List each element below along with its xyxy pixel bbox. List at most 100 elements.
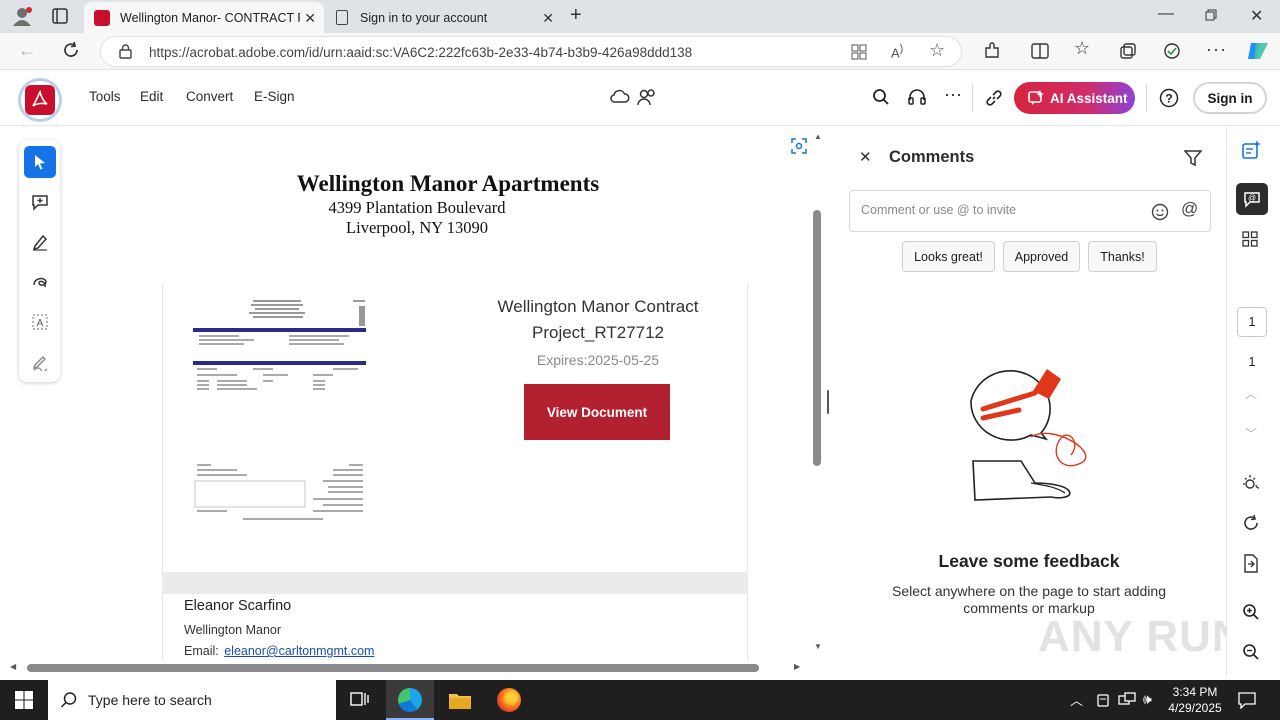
comments-panel-icon[interactable]: @ [1236, 183, 1268, 215]
browser-tab-strip: Wellington Manor- CONTRACT F ✕ Sign in t… [0, 0, 1280, 33]
contract-title-line2: Project_RT27712 [532, 323, 664, 342]
horizontal-scrollbar[interactable]: ◀ ▶ [8, 661, 808, 675]
scroll-left-arrow-icon[interactable]: ◀ [10, 662, 16, 671]
ai-assistant-button[interactable]: AI Assistant [1014, 82, 1135, 114]
help-icon[interactable]: ? [1159, 88, 1179, 108]
task-view-icon[interactable] [350, 691, 370, 709]
horizontal-scroll-thumb[interactable] [27, 664, 759, 672]
share-people-icon[interactable] [637, 88, 657, 106]
email-link[interactable]: eleanor@carltonmgmt.com [224, 644, 374, 658]
lock-icon[interactable] [119, 44, 132, 59]
scroll-up-arrow-icon[interactable]: ▲ [814, 132, 822, 141]
tab-actions-icon[interactable] [52, 8, 68, 24]
clock-time: 3:34 PM [1172, 685, 1218, 699]
more-icon[interactable]: ··· [1206, 39, 1227, 60]
page-number-input[interactable]: 1 [1237, 307, 1267, 337]
app-available-icon[interactable] [851, 44, 867, 60]
doc-address-line1: 4399 Plantation Boulevard [328, 198, 506, 217]
page-icon [336, 10, 348, 25]
emoji-icon[interactable] [1151, 203, 1169, 221]
search-icon[interactable] [872, 88, 890, 106]
back-icon[interactable]: ← [18, 40, 36, 61]
add-comment-icon[interactable] [24, 186, 56, 218]
url-box[interactable]: https://acrobat.adobe.com/id/urn:aaid:sc… [100, 36, 962, 67]
contact-email-row: Email: eleanor@carltonmgmt.com [184, 644, 374, 658]
refresh-icon[interactable] [62, 41, 80, 59]
network-icon[interactable] [1118, 692, 1136, 708]
read-aloud-headphones-icon[interactable] [907, 88, 927, 106]
copilot-icon[interactable] [1246, 39, 1270, 63]
link-icon[interactable] [985, 89, 1003, 107]
watermark-text: ANY RUN [1038, 612, 1245, 661]
acrobat-logo-icon[interactable] [18, 78, 62, 122]
fit-page-icon[interactable] [790, 137, 808, 155]
next-page-icon[interactable]: ﹀ [1245, 425, 1257, 442]
draw-freehand-icon[interactable] [24, 266, 56, 298]
read-aloud-icon[interactable]: A) [891, 43, 903, 60]
fill-sign-icon[interactable] [24, 346, 56, 378]
quick-reply-looks-great[interactable]: Looks great! [902, 241, 995, 272]
menu-esign[interactable]: E-Sign [254, 89, 295, 104]
close-tab-icon[interactable]: ✕ [304, 10, 316, 27]
split-screen-icon[interactable] [1031, 42, 1049, 60]
security-tray-icon[interactable] [1096, 692, 1110, 708]
minimize-icon[interactable]: — [1158, 5, 1174, 23]
favorites-icon[interactable]: ☆ [1074, 38, 1090, 59]
feedback-illustration [961, 363, 1101, 508]
close-tab-icon[interactable]: ✕ [542, 10, 554, 27]
tab-signin[interactable]: Sign in to your account ✕ [326, 2, 562, 33]
window-close-icon[interactable]: ✕ [1250, 6, 1263, 26]
taskbar-search-box[interactable]: Type here to search [48, 680, 336, 720]
browser-essentials-icon[interactable] [1162, 42, 1182, 60]
extract-pages-icon[interactable] [1243, 554, 1259, 573]
comment-input[interactable]: Comment or use @ to invite @ [849, 190, 1211, 232]
view-document-button[interactable]: View Document [524, 384, 670, 440]
quick-reply-thanks[interactable]: Thanks! [1088, 241, 1157, 272]
highlight-pen-icon[interactable] [24, 226, 56, 258]
menu-edit[interactable]: Edit [140, 89, 163, 104]
more-options-icon[interactable]: ··· [944, 84, 962, 105]
document-viewer[interactable]: Wellington Manor Apartments 4399 Plantat… [70, 127, 826, 660]
clock[interactable]: 3:34 PM 4/29/2025 [1166, 684, 1224, 716]
previous-page-icon[interactable]: ︿ [1245, 385, 1257, 402]
zoom-out-icon[interactable] [1242, 643, 1260, 661]
contact-name: Eleanor Scarfino [184, 598, 292, 614]
vertical-scrollbar[interactable]: ▲ ▼ [811, 132, 825, 656]
volume-icon[interactable]: 🕪 [1143, 691, 1152, 708]
restore-icon[interactable] [1205, 9, 1217, 21]
windows-start-icon[interactable] [15, 691, 33, 709]
filter-icon[interactable] [1184, 149, 1202, 167]
file-explorer-icon[interactable] [448, 690, 472, 710]
tab-contract[interactable]: Wellington Manor- CONTRACT F ✕ [84, 2, 324, 33]
comments-title: Comments [889, 148, 975, 166]
notifications-icon[interactable] [1238, 691, 1256, 709]
scroll-right-arrow-icon[interactable]: ▶ [794, 662, 800, 671]
close-panel-icon[interactable]: ✕ [859, 148, 872, 166]
quick-reply-approved[interactable]: Approved [1003, 241, 1080, 272]
profile-icon[interactable] [12, 6, 34, 26]
show-hidden-icons[interactable]: ︿ [1070, 690, 1083, 709]
collections-icon[interactable] [1119, 42, 1137, 60]
rotate-icon[interactable] [1242, 514, 1260, 532]
firefox-icon[interactable] [497, 688, 521, 712]
theme-icon[interactable] [1242, 473, 1262, 493]
comments-panel: ✕ Comments Comment or use @ to invite @ … [829, 127, 1226, 675]
scroll-down-arrow-icon[interactable]: ▼ [814, 642, 822, 651]
menu-tools[interactable]: Tools [89, 89, 121, 104]
vertical-scroll-thumb[interactable] [813, 210, 821, 466]
select-tool-icon[interactable] [24, 146, 56, 178]
favorite-star-icon[interactable]: ☆ [929, 40, 945, 61]
text-box-icon[interactable]: A [24, 306, 56, 338]
mention-at-icon[interactable]: @ [1181, 199, 1198, 219]
ai-assistant-label: AI Assistant [1050, 90, 1128, 106]
tab-title: Sign in to your account [360, 10, 488, 25]
menu-convert[interactable]: Convert [186, 89, 233, 104]
zoom-in-icon[interactable] [1242, 603, 1260, 621]
taskbar-edge-active[interactable] [386, 680, 434, 720]
sign-in-button[interactable]: Sign in [1193, 82, 1267, 114]
extensions-icon[interactable] [983, 42, 1001, 60]
thumbnails-grid-icon[interactable] [1242, 231, 1258, 247]
ai-insights-icon[interactable] [1241, 140, 1261, 160]
taskbar-search-placeholder: Type here to search [88, 692, 212, 708]
new-tab-icon[interactable]: + [570, 4, 582, 27]
